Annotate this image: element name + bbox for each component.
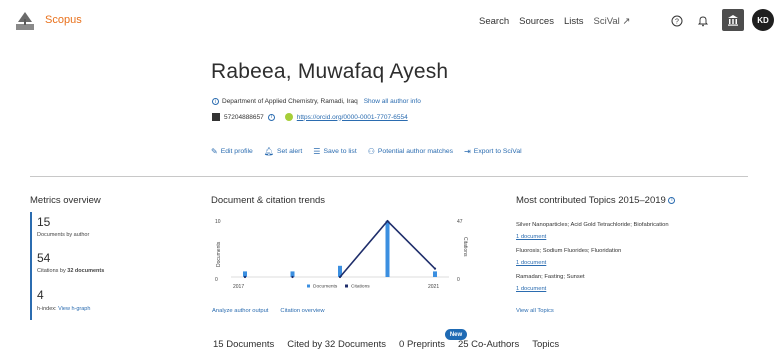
help-icon[interactable]: ? — [667, 11, 687, 31]
citations-point-2019 — [338, 275, 342, 279]
main-nav: Search Sources Lists SciVal ↗ — [479, 16, 630, 27]
pencil-icon: ✎ — [211, 147, 218, 156]
affiliation-text: Department of Applied Chemistry, Ramadi,… — [222, 98, 358, 105]
citations-point-2020 — [386, 219, 389, 223]
documents-count: 15 — [37, 215, 51, 229]
export-to-scival-label: Export to SciVal — [473, 148, 522, 155]
left-axis-label: Documents — [216, 241, 222, 267]
people-icon: ⚇ — [367, 147, 375, 156]
right-top-tick: 47 — [457, 219, 463, 225]
topic-1-name: Silver Nanoparticles; Acid Gold Tetrachl… — [516, 222, 669, 228]
author-id: 57204888657 — [224, 113, 264, 121]
x-start-tick: 2017 — [233, 284, 244, 290]
citations-point-2021 — [433, 267, 437, 270]
svg-text:?: ? — [675, 19, 679, 26]
chart-links: Analyze author output Citation overview — [212, 308, 325, 314]
citations-point-2018 — [291, 275, 294, 279]
citations-point-2017 — [243, 275, 247, 279]
citations-count: 54 — [37, 251, 51, 265]
h-index-row: h-index: View h-graph — [37, 306, 90, 312]
right-bottom-tick: 0 — [457, 277, 460, 283]
save-to-list-label: Save to list — [323, 148, 357, 155]
top-navigation: Scopus Search Sources Lists SciVal ↗ ? K… — [0, 0, 776, 44]
left-top-tick: 10 — [215, 219, 221, 225]
x-end-tick: 2021 — [428, 284, 439, 290]
save-to-list-button[interactable]: ☰ Save to list — [313, 147, 356, 156]
topic-3-name: Ramadan; Fasting; Sunset — [516, 274, 585, 280]
author-name: Rabeea, Muwafaq Ayesh — [211, 60, 449, 83]
citations-label: Citations by 32 documents — [37, 268, 104, 274]
left-bottom-tick: 0 — [215, 277, 218, 283]
scopus-brand-link[interactable]: Scopus — [45, 14, 82, 26]
tab-cited-by[interactable]: Cited by 32 Documents — [287, 339, 386, 350]
profile-tabs: 15 Documents Cited by 32 Documents 0 Pre… — [213, 339, 559, 350]
h-index-value: 4 — [37, 288, 44, 302]
legend-documents: Documents — [313, 284, 338, 290]
author-id-info-icon[interactable]: i — [267, 113, 275, 121]
metrics-accent-bar — [30, 212, 32, 320]
document-citation-chart: 10 0 47 0 Documents Citations 2017 2021 … — [215, 219, 468, 290]
nav-lists[interactable]: Lists — [564, 16, 584, 27]
citations-label-count: 32 documents — [67, 268, 105, 274]
tab-preprints[interactable]: 0 Preprints — [399, 339, 445, 350]
right-axis-label: Citations — [462, 237, 468, 257]
scopus-id-icon — [212, 113, 220, 121]
documents-bars — [243, 221, 437, 277]
author-id-row: 57204888657 i https://orcid.org/0000-000… — [212, 113, 408, 121]
legend-citations: Citations — [351, 284, 370, 290]
potential-author-matches-button[interactable]: ⚇ Potential author matches — [368, 147, 453, 156]
show-all-author-info-link[interactable]: Show all author info — [364, 98, 421, 105]
author-actions: ✎ Edit profile 🔔︎ Set alert ☰ Save to list … — [211, 147, 522, 156]
nav-search[interactable]: Search — [479, 16, 509, 27]
export-to-scival-button[interactable]: ⇥ Export to SciVal — [464, 147, 522, 156]
tab-documents[interactable]: 15 Documents — [213, 339, 274, 350]
export-icon: ⇥ — [464, 147, 471, 156]
topics-title-text: Most contributed Topics 2015–2019 — [516, 195, 666, 206]
h-index-label: h-index: — [37, 306, 57, 312]
view-h-graph-link[interactable]: View h-graph — [58, 306, 90, 312]
orcid-link[interactable]: https://orcid.org/0000-0001-7707-6554 — [297, 114, 408, 121]
nav-sources[interactable]: Sources — [519, 16, 554, 27]
tab-co-authors[interactable]: 25 Co-Authors — [458, 339, 519, 350]
topic-2-documents-link[interactable]: 1 document — [516, 260, 546, 266]
edit-profile-button[interactable]: ✎ Edit profile — [211, 147, 253, 156]
institution-icon[interactable] — [722, 9, 744, 31]
affiliation-row: i Department of Applied Chemistry, Ramad… — [212, 98, 421, 105]
set-alert-button[interactable]: 🔔︎ Set alert — [264, 147, 302, 156]
orcid-icon — [284, 113, 293, 121]
legend-citations-swatch — [345, 284, 348, 288]
view-all-topics-link[interactable]: View all Topics — [516, 308, 554, 314]
user-avatar[interactable]: KD — [752, 9, 774, 31]
topic-1-documents-link[interactable]: 1 document — [516, 234, 546, 240]
analyze-author-output-link[interactable]: Analyze author output — [212, 308, 268, 314]
trends-title: Document & citation trends — [211, 195, 326, 206]
elsevier-logo-icon[interactable] — [14, 10, 36, 32]
documents-label: Documents by author — [37, 232, 90, 238]
documents-bar-2020 — [385, 221, 390, 277]
nav-scival[interactable]: SciVal ↗ — [594, 16, 631, 27]
topics-info-icon[interactable]: i — [668, 196, 676, 204]
potential-author-matches-label: Potential author matches — [377, 148, 454, 155]
edit-profile-label: Edit profile — [220, 148, 253, 155]
section-divider — [30, 176, 748, 177]
metrics-overview-title: Metrics overview — [30, 195, 101, 206]
notification-bell-icon[interactable] — [693, 11, 713, 31]
legend-documents-swatch — [307, 284, 310, 288]
tab-topics[interactable]: Topics — [532, 339, 559, 350]
info-icon: i — [212, 98, 219, 105]
set-alert-label: Set alert — [276, 148, 303, 155]
topics-title: Most contributed Topics 2015–2019 i — [516, 195, 676, 206]
citations-label-prefix: Citations by — [37, 268, 66, 274]
topic-3-documents-link[interactable]: 1 document — [516, 286, 546, 292]
documents-bar-2021 — [433, 271, 437, 277]
list-icon: ☰ — [313, 147, 321, 156]
citation-overview-link[interactable]: Citation overview — [280, 308, 324, 314]
bell-icon: 🔔︎ — [263, 147, 274, 156]
topic-2-name: Fluorosis; Sodium Fluorides; Fluoridatio… — [516, 248, 622, 254]
